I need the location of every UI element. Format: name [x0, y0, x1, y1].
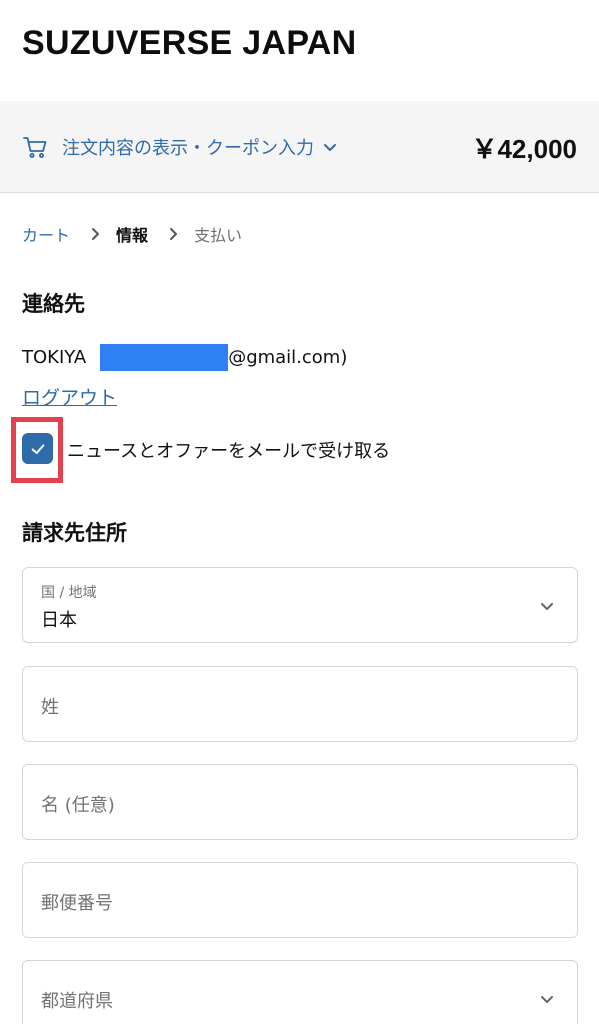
chevron-right-icon — [166, 227, 180, 241]
cart-icon — [22, 134, 48, 160]
chevron-down-icon — [322, 139, 338, 155]
account-name: TOKIYA — [22, 347, 87, 368]
prefecture-placeholder: 都道府県 — [41, 991, 113, 1012]
country-value: 日本 — [41, 610, 77, 631]
first-name-placeholder: 名 (任意) — [41, 795, 115, 816]
order-summary-bar: 注文内容の表示・クーポン入力 ￥42,000 — [0, 101, 599, 193]
chevron-down-icon — [539, 598, 555, 614]
chevron-right-icon — [88, 227, 102, 241]
breadcrumb: カート 情報 支払い — [22, 222, 242, 246]
country-select[interactable]: 国 / 地域 日本 — [22, 567, 578, 643]
contact-account: TOKIYA @gmail.com) — [22, 344, 347, 371]
breadcrumb-information: 情報 — [116, 226, 149, 245]
breadcrumb-cart[interactable]: カート — [22, 222, 70, 246]
first-name-field[interactable]: 名 (任意) — [22, 764, 578, 840]
billing-title: 請求先住所 — [22, 521, 127, 545]
order-summary-toggle[interactable]: 注文内容の表示・クーポン入力 — [22, 131, 338, 163]
country-label: 国 / 地域 — [41, 585, 97, 601]
contact-title: 連絡先 — [22, 292, 85, 316]
chevron-down-icon — [539, 991, 555, 1007]
order-summary-label: 注文内容の表示・クーポン入力 — [62, 138, 314, 159]
prefecture-select[interactable]: 都道府県 — [22, 960, 578, 1024]
newsletter-checkbox[interactable] — [22, 433, 53, 464]
postal-code-field[interactable]: 郵便番号 — [22, 862, 578, 938]
newsletter-label[interactable]: ニュースとオファーをメールで受け取る — [67, 437, 390, 463]
logout-link[interactable]: ログアウト — [22, 383, 117, 410]
redacted-email — [100, 344, 229, 371]
postal-code-placeholder: 郵便番号 — [41, 893, 113, 914]
last-name-field[interactable]: 姓 — [22, 666, 578, 742]
last-name-placeholder: 姓 — [41, 697, 59, 718]
order-total: ￥42,000 — [471, 134, 577, 164]
checkmark-icon — [31, 443, 44, 454]
store-header: SUZUVERSE JAPAN — [0, 0, 599, 101]
store-name[interactable]: SUZUVERSE JAPAN — [22, 24, 357, 63]
breadcrumb-payment: 支払い — [194, 226, 243, 245]
account-email-suffix: @gmail.com) — [228, 347, 348, 368]
